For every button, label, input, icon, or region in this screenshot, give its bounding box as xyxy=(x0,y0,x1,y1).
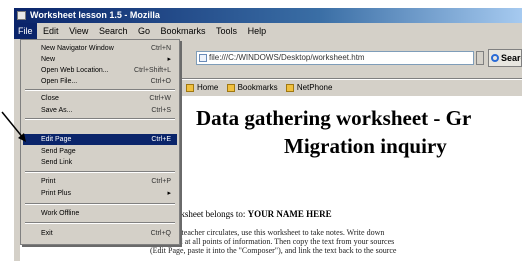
menu-help[interactable]: Help xyxy=(244,23,271,39)
instructions: while the teacher circulates, use this w… xyxy=(150,228,522,255)
menu-separator xyxy=(25,118,175,120)
menu-bookmarks[interactable]: Bookmarks xyxy=(157,23,210,39)
page-heading: Data gathering worksheet - Gr xyxy=(196,106,472,130)
menu-file[interactable]: File xyxy=(14,23,37,39)
search-label: Search xyxy=(501,53,521,63)
bookmark-label: NetPhone xyxy=(296,83,333,92)
menu-item-print-plus[interactable]: Print Plus ▸ xyxy=(23,188,177,199)
window-title-bar: Worksheet lesson 1.5 - Mozilla xyxy=(14,8,522,23)
page-subheading: Migration inquiry xyxy=(284,134,447,158)
window-title: Worksheet lesson 1.5 - Mozilla xyxy=(30,10,160,20)
menu-item-open-file[interactable]: Open File... Ctrl+O xyxy=(23,76,177,87)
byline: this Worksheet belongs to: YOUR NAME HER… xyxy=(150,209,522,219)
phone-icon xyxy=(285,84,294,92)
menu-view[interactable]: View xyxy=(65,23,92,39)
menu-separator xyxy=(25,203,175,205)
address-field[interactable]: file:///C:/WINDOWS/Desktop/worksheet.htm xyxy=(196,51,474,65)
bookmark-netphone[interactable]: NetPhone xyxy=(285,80,333,96)
bookmark-icon xyxy=(226,84,235,92)
navigation-toolbar: file:///C:/WINDOWS/Desktop/worksheet.htm… xyxy=(180,39,522,79)
instruction-line: could find at all points of information.… xyxy=(150,237,395,246)
search-button[interactable]: Search xyxy=(488,49,522,67)
app-icon xyxy=(17,11,26,20)
menu-item-new-window[interactable]: New Navigator Window Ctrl+N xyxy=(23,43,177,54)
instruction-line: while the teacher circulates, use this w… xyxy=(150,228,385,237)
menu-item-send-link[interactable]: Send Link xyxy=(23,157,177,168)
bookmark-label: Bookmarks xyxy=(237,83,278,92)
menu-item-send-page[interactable]: Send Page xyxy=(23,146,177,157)
page-content: Data gathering worksheet - Gr Migration … xyxy=(150,96,522,261)
menu-go[interactable]: Go xyxy=(134,23,154,39)
address-dropdown-button[interactable] xyxy=(476,51,484,65)
menu-item-work-offline[interactable]: Work Offline xyxy=(23,208,177,219)
submenu-arrow-icon: ▸ xyxy=(167,56,171,63)
page-icon xyxy=(199,54,207,62)
bookmark-home[interactable]: Home xyxy=(186,80,218,96)
menu-edit[interactable]: Edit xyxy=(39,23,63,39)
menu-separator xyxy=(25,222,175,224)
menu-item-save-as[interactable]: Save As... Ctrl+S xyxy=(23,105,177,116)
menu-item-print[interactable]: Print Ctrl+P xyxy=(23,176,177,187)
menu-item-close[interactable]: Close Ctrl+W xyxy=(23,93,177,104)
search-icon xyxy=(491,54,499,62)
menu-item-new[interactable]: New ▸ xyxy=(23,54,177,65)
menu-bar: File Edit View Search Go Bookmarks Tools… xyxy=(14,23,522,39)
address-value: file:///C:/WINDOWS/Desktop/worksheet.htm xyxy=(209,53,365,62)
menu-tools[interactable]: Tools xyxy=(212,23,241,39)
submenu-arrow-icon: ▸ xyxy=(167,190,171,197)
menu-item-open-web-location[interactable]: Open Web Location... Ctrl+Shift+L xyxy=(23,65,177,76)
menu-separator xyxy=(25,89,175,91)
menu-search[interactable]: Search xyxy=(95,23,132,39)
bookmark-bookmarks[interactable]: Bookmarks xyxy=(226,80,278,96)
menu-separator xyxy=(25,171,175,173)
home-icon xyxy=(186,84,194,92)
bookmarks-bar: Home Bookmarks NetPhone xyxy=(180,80,522,96)
annotation-arrow-icon xyxy=(1,111,26,142)
screen: Worksheet lesson 1.5 - Mozilla File Edit… xyxy=(0,0,522,261)
menu-item-edit-page[interactable]: Edit Page Ctrl+E xyxy=(23,134,177,145)
instruction-line: (Edit Page, paste it into the "Composer"… xyxy=(150,246,397,255)
file-menu-dropdown: New Navigator Window Ctrl+N New ▸ Open W… xyxy=(20,39,180,245)
menu-item-exit[interactable]: Exit Ctrl+Q xyxy=(23,228,177,239)
byline-name: YOUR NAME HERE xyxy=(247,209,332,219)
bookmark-label: Home xyxy=(197,83,219,92)
